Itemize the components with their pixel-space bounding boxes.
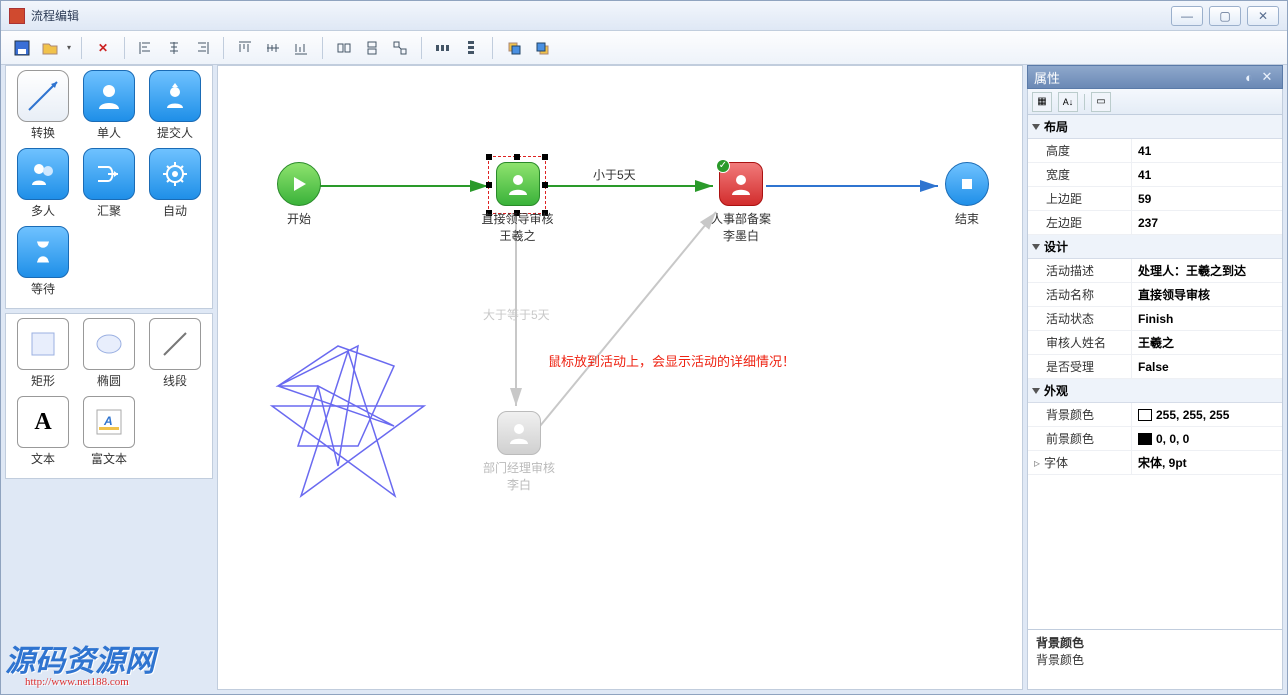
node-end[interactable]: 结束 [922,162,1012,227]
node-hr-label2: 李墨白 [696,227,786,244]
property-grid[interactable]: 布局 高度41 宽度41 上边距59 左边距237 设计 活动描述处理人：王羲之… [1027,115,1283,630]
distribute-h-button[interactable] [432,37,454,59]
node-start-label: 开始 [254,210,344,227]
tool-palette: 转换 单人 提交人 多人 汇聚 自动 等待 矩形 椭圆 线段 A文本 A富文本 [5,65,213,690]
dropdown-caret-icon[interactable]: ▾ [67,43,71,52]
edge-label-lt5: 小于5天 [593,166,636,183]
titlebar[interactable]: 流程编辑 — ▢ ✕ [1,1,1287,31]
activity-tools-panel: 转换 单人 提交人 多人 汇聚 自动 等待 [5,65,213,309]
align-top-button[interactable] [234,37,256,59]
flow-canvas[interactable]: 开始 直接领导审核 王羲之 ✓ 人事部备案 [217,65,1023,690]
hint-text: 鼠标放到活动上，会显示活动的详细情况！ [548,351,795,370]
property-pages-button[interactable]: ▭ [1091,92,1111,112]
properties-panel: 属性 ◐ ✕ ▦ A↓ ▭ 布局 高度41 宽度41 上边距59 左边距237 … [1027,65,1283,690]
tool-transition[interactable]: 转换 [10,70,76,148]
app-window: 流程编辑 — ▢ ✕ ▾ ✕ [0,0,1288,695]
node-end-label: 结束 [922,210,1012,227]
open-button[interactable] [39,37,61,59]
node-leader-label1: 直接领导审核 [470,210,565,227]
close-button[interactable]: ✕ [1247,6,1279,26]
same-height-button[interactable] [361,37,383,59]
fg-color-swatch [1138,433,1152,445]
tool-submitter[interactable]: 提交人 [142,70,208,148]
node-hr-label1: 人事部备案 [696,210,786,227]
node-leader[interactable]: 直接领导审核 王羲之 [470,162,565,244]
toolbar: ▾ ✕ [1,31,1287,65]
tool-auto[interactable]: 自动 [142,148,208,226]
align-right-button[interactable] [191,37,213,59]
tool-merge[interactable]: 汇聚 [76,148,142,226]
edge-label-gte5: 大于等于5天 [483,306,550,323]
shape-line[interactable]: 线段 [142,318,208,396]
align-bottom-button[interactable] [290,37,312,59]
node-start[interactable]: 开始 [254,162,344,227]
shape-richtext[interactable]: A富文本 [76,396,142,474]
align-center-button[interactable] [163,37,185,59]
properties-title: 属性 [1034,68,1060,87]
property-description: 背景颜色 背景颜色 [1027,630,1283,690]
shape-ellipse[interactable]: 椭圆 [76,318,142,396]
alphabetize-button[interactable]: A↓ [1058,92,1078,112]
category-design: 设计 [1028,235,1282,259]
node-hr[interactable]: ✓ 人事部备案 李墨白 [696,162,786,244]
node-dept[interactable]: 部门经理审核 李白 [474,411,564,493]
pin-icon[interactable]: ◐ [1240,68,1258,86]
node-dept-label1: 部门经理审核 [474,459,564,476]
tool-wait[interactable]: 等待 [10,226,76,304]
category-layout: 布局 [1028,115,1282,139]
panel-close-icon[interactable]: ✕ [1258,68,1276,86]
properties-toolbar: ▦ A↓ ▭ [1027,89,1283,115]
tool-single[interactable]: 单人 [76,70,142,148]
same-size-button[interactable] [389,37,411,59]
node-dept-label2: 李白 [474,476,564,493]
align-middle-button[interactable] [262,37,284,59]
shape-rect[interactable]: 矩形 [10,318,76,396]
categorize-button[interactable]: ▦ [1032,92,1052,112]
distribute-v-button[interactable] [460,37,482,59]
send-back-button[interactable] [531,37,553,59]
delete-button[interactable]: ✕ [92,37,114,59]
node-leader-label2: 王羲之 [470,227,565,244]
minimize-button[interactable]: — [1171,6,1203,26]
save-button[interactable] [11,37,33,59]
align-left-button[interactable] [135,37,157,59]
window-title: 流程编辑 [31,7,1171,24]
tool-multi[interactable]: 多人 [10,148,76,226]
same-width-button[interactable] [333,37,355,59]
maximize-button[interactable]: ▢ [1209,6,1241,26]
app-icon [9,8,25,24]
category-appearance: 外观 [1028,379,1282,403]
bring-front-button[interactable] [503,37,525,59]
shape-text[interactable]: A文本 [10,396,76,474]
svg-text:A: A [103,414,113,428]
bg-color-swatch [1138,409,1152,421]
connections-layer [218,66,1022,689]
properties-header[interactable]: 属性 ◐ ✕ [1027,65,1283,89]
shape-tools-panel: 矩形 椭圆 线段 A文本 A富文本 [5,313,213,479]
